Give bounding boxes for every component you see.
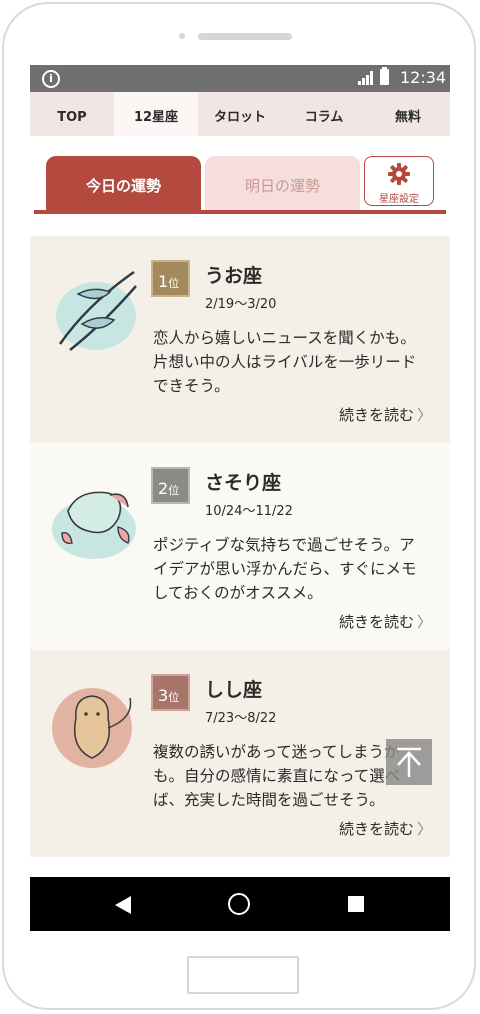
- sign-name: さそり座: [205, 472, 282, 494]
- sign-settings-button[interactable]: 星座設定: [364, 156, 434, 206]
- fortune-tabs: 今日の運勢 明日の運勢 星座設定: [30, 136, 450, 214]
- battery-icon: [380, 67, 389, 85]
- info-icon: i: [42, 70, 60, 88]
- sign-date-range: 2/19〜3/20: [205, 297, 277, 312]
- gear-icon: [388, 163, 410, 185]
- rank-label-1: 1位: [158, 272, 180, 291]
- back-to-top-button[interactable]: [386, 739, 432, 785]
- back-icon[interactable]: [115, 896, 131, 914]
- chevron-right-icon: 〉: [416, 820, 432, 838]
- status-bar: i 12:34: [30, 65, 450, 92]
- sign-name: うお座: [205, 265, 263, 287]
- android-nav-bar: [30, 877, 450, 931]
- chevron-right-icon: 〉: [416, 406, 432, 424]
- sign-date-range: 7/23〜8/22: [205, 711, 277, 726]
- sign-date-range: 10/24〜11/22: [205, 504, 293, 519]
- leo-illustration: [52, 688, 132, 768]
- tab-today[interactable]: 今日の運勢: [46, 156, 201, 210]
- rank-label-3: 3位: [158, 686, 180, 705]
- nav-item-column[interactable]: コラム: [282, 92, 366, 136]
- tab-underline: [34, 210, 446, 214]
- recent-apps-icon[interactable]: [348, 896, 364, 912]
- tab-tomorrow[interactable]: 明日の運勢: [205, 156, 360, 210]
- rank-label-2: 2位: [158, 479, 180, 498]
- nav-item-top[interactable]: TOP: [30, 92, 114, 136]
- arrow-up-icon: [397, 747, 421, 777]
- nav-item-12-signs[interactable]: 12星座: [114, 92, 198, 136]
- read-more-link[interactable]: 続きを読む〉: [339, 611, 432, 632]
- scorpio-illustration: [52, 491, 136, 559]
- status-time: 12:34: [400, 68, 447, 87]
- sign-settings-label: 星座設定: [379, 194, 419, 205]
- hardware-home-button[interactable]: [187, 956, 299, 994]
- screen: i 12:34 TOP 12星座 タロット コラム 無料 今日の運勢 明日の運勢: [30, 65, 450, 931]
- top-nav: TOP 12星座 タロット コラム 無料: [30, 92, 450, 136]
- read-more-link[interactable]: 続きを読む〉: [339, 404, 432, 425]
- pisces-illustration: [56, 270, 137, 351]
- read-more-link[interactable]: 続きを読む〉: [339, 818, 432, 839]
- signal-icon: [358, 71, 373, 85]
- sign-name: しし座: [205, 679, 263, 701]
- ranking-card-scorpio[interactable]: 2位 さそり座 10/24〜11/22 ポジティブな気持ちで過ごせそう。ア イデ…: [30, 443, 450, 650]
- fortune-text: ポジティブな気持ちで過ごせそう。ア イデアが思い浮かんだら、すぐにメモ しておく…: [153, 536, 417, 602]
- fortune-text: 恋人から嬉しいニュースを聞くかも。 片想い中の人はライバルを一歩リード できそう…: [153, 329, 417, 395]
- speaker: [198, 33, 292, 40]
- chevron-right-icon: 〉: [416, 613, 432, 631]
- nav-item-tarot[interactable]: タロット: [198, 92, 282, 136]
- ranking-card-pisces[interactable]: 1位 うお座 2/19〜3/20 恋人から嬉しいニュースを聞くかも。 片想い中の…: [30, 236, 450, 443]
- home-icon[interactable]: [228, 893, 250, 915]
- camera-dot: [179, 33, 185, 39]
- nav-item-free[interactable]: 無料: [366, 92, 450, 136]
